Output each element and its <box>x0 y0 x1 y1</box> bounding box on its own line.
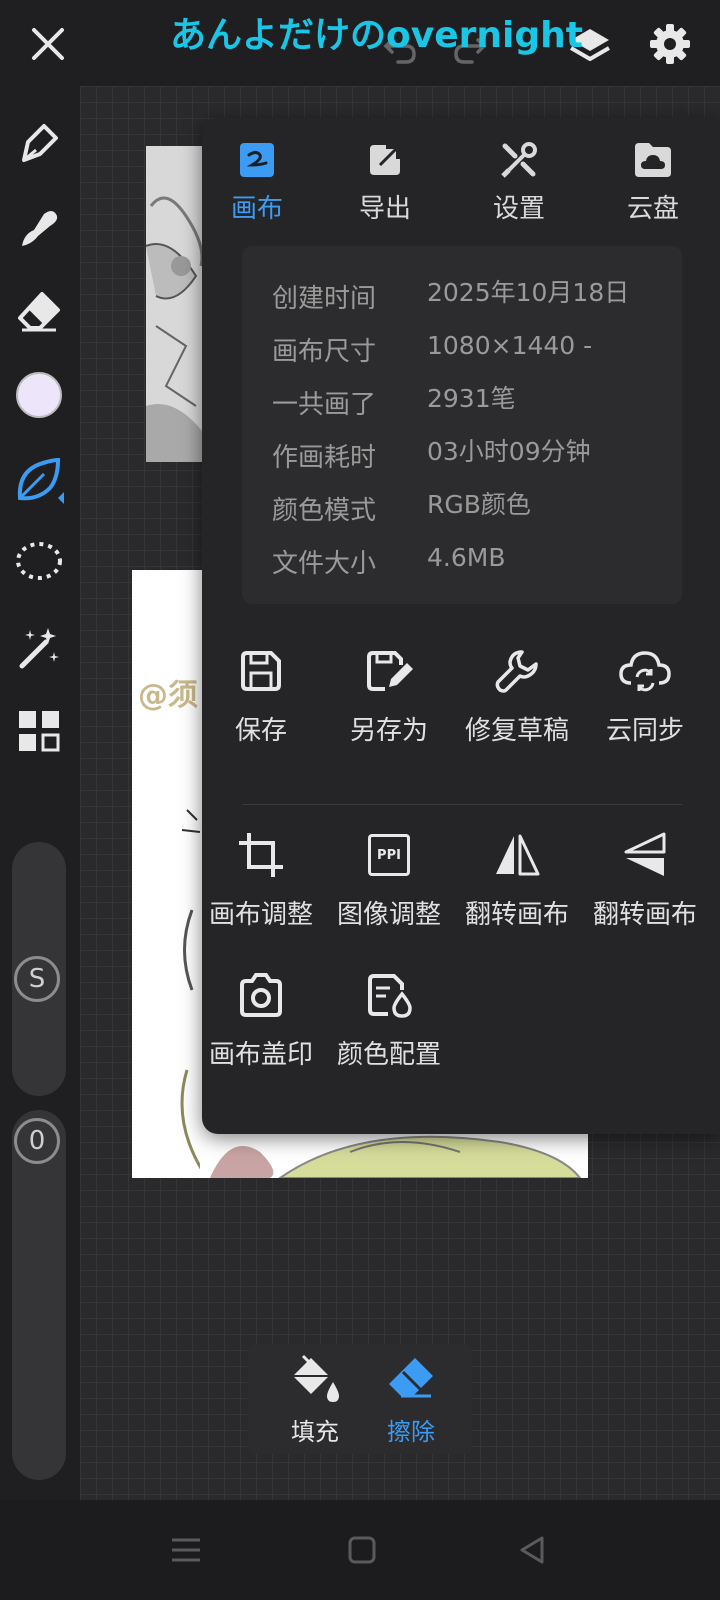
tab-settings-label: 设置 <box>492 194 545 224</box>
crop-icon <box>196 824 326 886</box>
tab-settings[interactable]: 设置 <box>464 136 574 225</box>
info-value: 2025年10月18日 20时50分 <box>427 278 630 307</box>
fill-button[interactable]: 填充 <box>270 1354 360 1447</box>
tab-cloud-label: 云盘 <box>626 194 679 224</box>
info-row: 颜色模式 RGB颜色 <box>272 490 672 530</box>
info-row: 文件大小 4.6MB <box>272 543 672 583</box>
info-key: 画布尺寸 <box>272 337 377 367</box>
canvas-stamp-label: 画布盖印 <box>208 1040 313 1070</box>
tools-icon <box>464 136 574 184</box>
flip-vertical-label: 翻转画布 <box>592 900 697 930</box>
brush-size-knob[interactable]: S <box>14 956 60 1002</box>
left-toolbar: S 0 <box>0 86 78 1500</box>
erase-label: 擦除 <box>387 1418 435 1446</box>
info-key: 作画耗时 <box>272 443 377 473</box>
fill-erase-bar: 填充 擦除 <box>248 1344 472 1454</box>
eraser-icon <box>366 1354 456 1408</box>
color-config-button[interactable]: 颜色配置 <box>324 964 454 1071</box>
info-row: 作画耗时 03小时09分钟 <box>272 437 672 477</box>
tab-canvas-label: 画布 <box>230 194 283 224</box>
flip-vertical-button[interactable]: 翻转画布 <box>580 824 710 931</box>
image-adjust-label: 图像调整 <box>336 900 441 930</box>
info-row: 画布尺寸 1080×1440 - 300ppi <box>272 331 672 371</box>
close-icon[interactable] <box>24 20 72 68</box>
info-key: 文件大小 <box>272 549 377 579</box>
canvas-adjust-button[interactable]: 画布调整 <box>196 824 326 931</box>
erase-button[interactable]: 擦除 <box>366 1354 456 1447</box>
color-config-label: 颜色配置 <box>336 1040 441 1070</box>
color-swatch[interactable] <box>14 370 64 420</box>
tab-canvas[interactable]: 画布 <box>202 136 312 225</box>
artwork-preview-top <box>146 146 206 462</box>
save-as-button[interactable]: 另存为 <box>324 640 454 747</box>
gear-icon[interactable] <box>644 18 696 70</box>
cloud-sync-icon <box>580 640 710 702</box>
panel-divider <box>242 804 682 805</box>
top-bar: あんよだけのovernight <box>0 0 720 86</box>
export-icon <box>330 136 440 184</box>
eraser-icon[interactable] <box>14 286 64 336</box>
canvas-icon <box>202 136 312 184</box>
home-icon[interactable] <box>344 1532 380 1568</box>
menu-icon[interactable] <box>168 1532 204 1568</box>
pen-icon[interactable] <box>14 118 64 168</box>
ppi-icon-label: PPI <box>368 834 410 876</box>
image-adjust-button[interactable]: PPI 图像调整 <box>324 824 454 931</box>
lasso-icon[interactable] <box>14 538 64 588</box>
color-config-icon <box>324 964 454 1026</box>
brush-leaf-icon[interactable] <box>14 454 64 504</box>
save-as-icon <box>324 640 454 702</box>
canvas-stamp-button[interactable]: 画布盖印 <box>196 964 326 1071</box>
info-value: 03小时09分钟 <box>427 437 591 466</box>
flip-horizontal-icon <box>452 824 582 886</box>
flip-horizontal-button[interactable]: 翻转画布 <box>452 824 582 931</box>
smudge-icon[interactable] <box>14 202 64 252</box>
artwork-preview-bottom: @须 <box>132 570 202 1178</box>
info-value: 1080×1440 - 300ppi <box>427 331 593 360</box>
repair-draft-label: 修复草稿 <box>464 716 569 746</box>
flip-horizontal-label: 翻转画布 <box>464 900 569 930</box>
info-row: 一共画了 2931笔 <box>272 384 672 424</box>
system-nav-bar <box>0 1500 720 1600</box>
canvas-adjust-label: 画布调整 <box>208 900 313 930</box>
info-value: 2931笔 <box>427 384 516 413</box>
ppi-icon: PPI <box>324 824 454 886</box>
repair-draft-button[interactable]: 修复草稿 <box>452 640 582 747</box>
back-icon[interactable] <box>514 1532 550 1568</box>
magic-wand-icon[interactable] <box>14 622 64 672</box>
info-key: 颜色模式 <box>272 496 377 526</box>
tab-export-label: 导出 <box>358 194 411 224</box>
save-as-label: 另存为 <box>349 716 428 746</box>
save-label: 保存 <box>234 716 287 746</box>
camera-icon <box>196 964 326 1026</box>
cloud-sync-button[interactable]: 云同步 <box>580 640 710 747</box>
save-icon <box>196 640 326 702</box>
info-value: 4.6MB <box>427 543 506 572</box>
paint-bucket-icon <box>270 1354 360 1408</box>
cloud-sync-label: 云同步 <box>605 716 684 746</box>
opacity-knob[interactable]: 0 <box>14 1118 60 1164</box>
document-title: あんよだけのovernight <box>170 15 583 56</box>
cloud-folder-icon <box>598 136 708 184</box>
canvas-panel: 画布 导出 设置 云盘 创建时间 2025年10月18日 20时50分 画布尺寸… <box>202 108 720 1134</box>
panel-pointer <box>670 108 692 119</box>
fill-label: 填充 <box>291 1418 339 1446</box>
tab-export[interactable]: 导出 <box>330 136 440 225</box>
info-key: 一共画了 <box>272 390 377 420</box>
info-value: RGB颜色 <box>427 490 531 519</box>
save-button[interactable]: 保存 <box>196 640 326 747</box>
info-row: 创建时间 2025年10月18日 20时50分 <box>272 278 672 318</box>
wrench-icon <box>452 640 582 702</box>
grid-menu-icon[interactable] <box>14 706 64 756</box>
tab-cloud[interactable]: 云盘 <box>598 136 708 225</box>
canvas-info-box: 创建时间 2025年10月18日 20时50分 画布尺寸 1080×1440 -… <box>242 246 682 604</box>
flip-vertical-icon <box>580 824 710 886</box>
opacity-slider[interactable] <box>12 1110 66 1480</box>
info-key: 创建时间 <box>272 284 377 314</box>
